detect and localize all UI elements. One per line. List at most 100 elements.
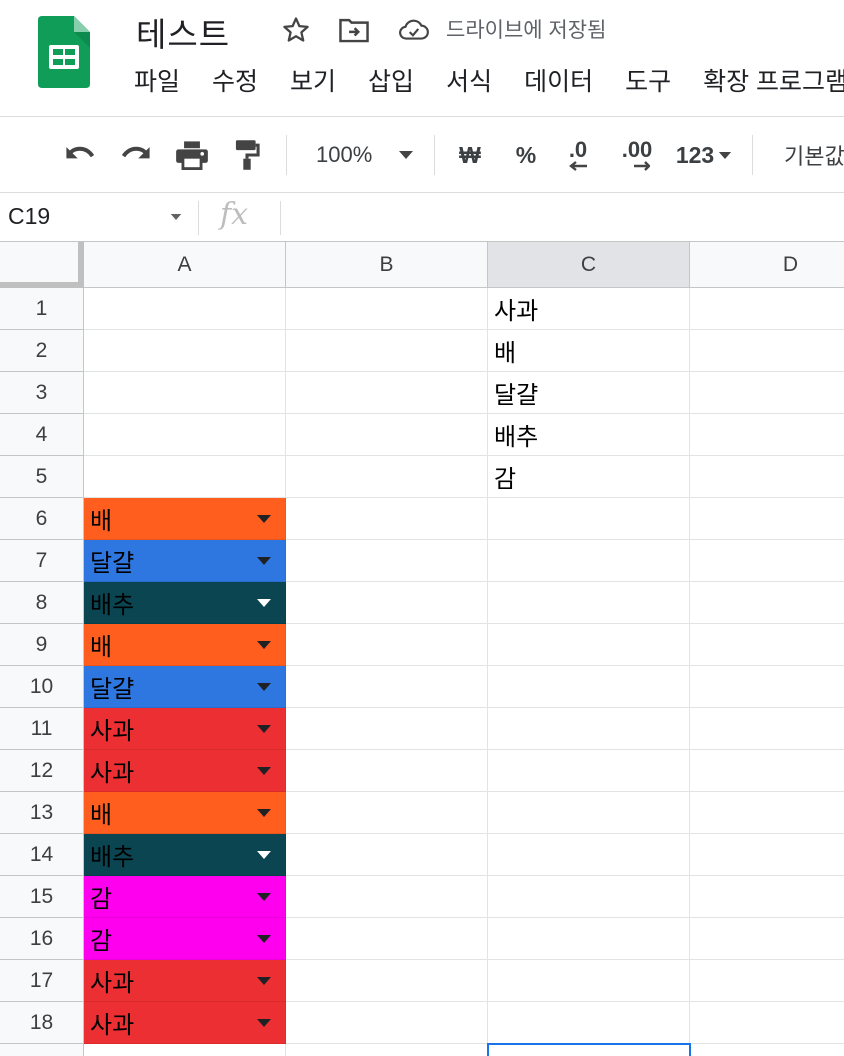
cell-c15[interactable]	[488, 876, 690, 918]
cell-b19[interactable]	[286, 1044, 488, 1056]
cell-d6[interactable]	[690, 498, 844, 540]
undo-icon[interactable]	[60, 135, 100, 175]
star-icon[interactable]	[280, 14, 312, 46]
cell-d16[interactable]	[690, 918, 844, 960]
cell-b6[interactable]	[286, 498, 488, 540]
dropdown-arrow-icon[interactable]	[257, 598, 271, 607]
cell-d3[interactable]	[690, 372, 844, 414]
dropdown-arrow-icon[interactable]	[257, 514, 271, 523]
cell-b11[interactable]	[286, 708, 488, 750]
row-header[interactable]: 2	[0, 330, 84, 372]
cell-c16[interactable]	[488, 918, 690, 960]
cell-d19[interactable]	[690, 1044, 844, 1056]
dropdown-chip-cell[interactable]: 배추	[84, 834, 286, 876]
cell-c1[interactable]: 사과	[488, 288, 690, 330]
dropdown-chip-cell[interactable]: 배	[84, 624, 286, 666]
print-icon[interactable]	[172, 135, 212, 175]
cell-c17[interactable]	[488, 960, 690, 1002]
row-header[interactable]: 6	[0, 498, 84, 540]
cell-c3[interactable]: 달걀	[488, 372, 690, 414]
cell-b3[interactable]	[286, 372, 488, 414]
cell-b18[interactable]	[286, 1002, 488, 1044]
row-header[interactable]: 9	[0, 624, 84, 666]
cell-d18[interactable]	[690, 1002, 844, 1044]
cell-d9[interactable]	[690, 624, 844, 666]
menu-item[interactable]: 서식	[446, 64, 492, 100]
font-select[interactable]: 기본값	[768, 135, 844, 175]
row-header[interactable]: 14	[0, 834, 84, 876]
dropdown-chip-cell[interactable]: 배	[84, 498, 286, 540]
row-header[interactable]: 5	[0, 456, 84, 498]
dropdown-chip-cell[interactable]: 사과	[84, 750, 286, 792]
cell-c5[interactable]: 감	[488, 456, 690, 498]
cell-d2[interactable]	[690, 330, 844, 372]
move-folder-icon[interactable]	[338, 14, 370, 46]
cell-a19[interactable]	[84, 1044, 286, 1056]
chevron-down-icon[interactable]	[170, 213, 182, 221]
cell-c6[interactable]	[488, 498, 690, 540]
cell-b2[interactable]	[286, 330, 488, 372]
cell-c12[interactable]	[488, 750, 690, 792]
paint-format-icon[interactable]	[230, 135, 264, 175]
cell-d13[interactable]	[690, 792, 844, 834]
column-header-b[interactable]: B	[286, 242, 488, 288]
cell-a3[interactable]	[84, 372, 286, 414]
cell-d15[interactable]	[690, 876, 844, 918]
row-header[interactable]: 15	[0, 876, 84, 918]
menu-item[interactable]: 삽입	[368, 64, 414, 100]
cell-b13[interactable]	[286, 792, 488, 834]
dropdown-arrow-icon[interactable]	[257, 850, 271, 859]
cell-d10[interactable]	[690, 666, 844, 708]
row-header[interactable]: 4	[0, 414, 84, 456]
redo-icon[interactable]	[116, 135, 156, 175]
cell-c7[interactable]	[488, 540, 690, 582]
cell-d17[interactable]	[690, 960, 844, 1002]
cell-d1[interactable]	[690, 288, 844, 330]
dropdown-chip-cell[interactable]: 달걀	[84, 666, 286, 708]
row-header[interactable]: 12	[0, 750, 84, 792]
cell-c9[interactable]	[488, 624, 690, 666]
cell-b12[interactable]	[286, 750, 488, 792]
column-header-d[interactable]: D	[690, 242, 844, 288]
dropdown-chip-cell[interactable]: 배추	[84, 582, 286, 624]
cell-b4[interactable]	[286, 414, 488, 456]
dropdown-arrow-icon[interactable]	[257, 934, 271, 943]
row-header[interactable]: 7	[0, 540, 84, 582]
cell-a4[interactable]	[84, 414, 286, 456]
cell-d8[interactable]	[690, 582, 844, 624]
decrease-decimal-button[interactable]: .0	[556, 135, 600, 175]
menu-item[interactable]: 도구	[625, 64, 671, 100]
row-header[interactable]	[0, 1044, 84, 1056]
row-header[interactable]: 3	[0, 372, 84, 414]
dropdown-arrow-icon[interactable]	[257, 808, 271, 817]
cell-c11[interactable]	[488, 708, 690, 750]
menu-item[interactable]: 수정	[212, 64, 258, 100]
dropdown-arrow-icon[interactable]	[257, 766, 271, 775]
menu-item[interactable]: 보기	[290, 64, 336, 100]
cell-b7[interactable]	[286, 540, 488, 582]
column-header-a[interactable]: A	[84, 242, 286, 288]
dropdown-arrow-icon[interactable]	[257, 640, 271, 649]
currency-format-button[interactable]: ₩	[452, 135, 488, 175]
select-all-corner[interactable]	[0, 242, 84, 288]
cell-d7[interactable]	[690, 540, 844, 582]
dropdown-chip-cell[interactable]: 사과	[84, 960, 286, 1002]
dropdown-chip-cell[interactable]: 감	[84, 876, 286, 918]
cell-d12[interactable]	[690, 750, 844, 792]
menu-item[interactable]: 확장 프로그램	[703, 64, 844, 100]
dropdown-arrow-icon[interactable]	[257, 724, 271, 733]
cell-b17[interactable]	[286, 960, 488, 1002]
dropdown-chip-cell[interactable]: 사과	[84, 708, 286, 750]
cell-b9[interactable]	[286, 624, 488, 666]
menu-item[interactable]: 파일	[134, 64, 180, 100]
zoom-select[interactable]: 100%	[300, 135, 422, 175]
dropdown-chip-cell[interactable]: 배	[84, 792, 286, 834]
cell-b15[interactable]	[286, 876, 488, 918]
document-title[interactable]: 테스트	[136, 8, 230, 56]
cell-c2[interactable]: 배	[488, 330, 690, 372]
row-header[interactable]: 11	[0, 708, 84, 750]
cell-d11[interactable]	[690, 708, 844, 750]
menu-item[interactable]: 데이터	[524, 64, 593, 100]
dropdown-arrow-icon[interactable]	[257, 976, 271, 985]
number-format-select[interactable]: 123	[672, 135, 736, 175]
